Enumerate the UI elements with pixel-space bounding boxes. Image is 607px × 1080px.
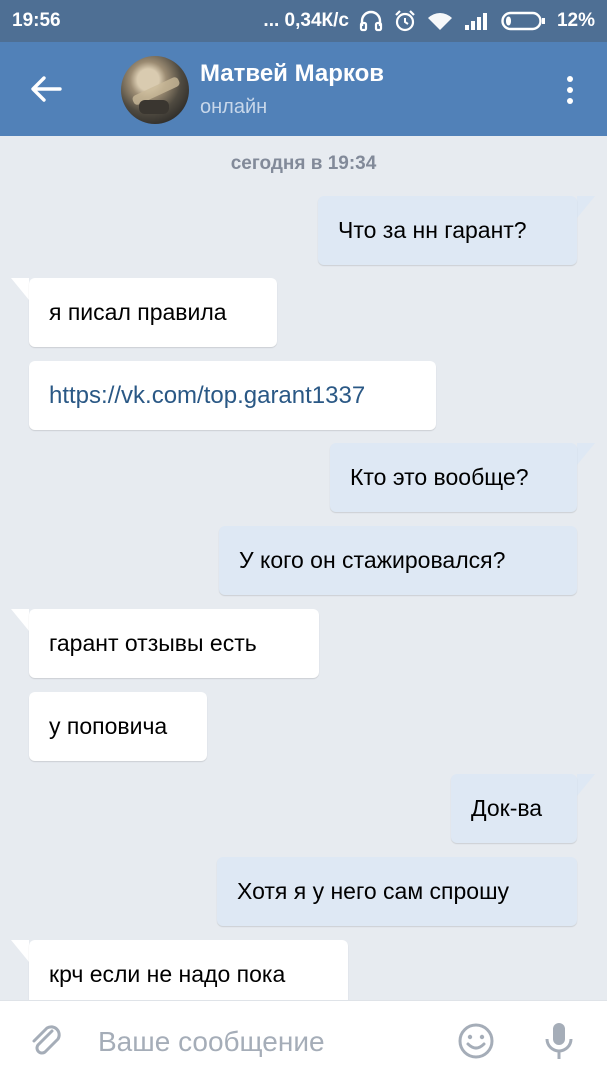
paperclip-icon — [32, 1025, 61, 1055]
date-separator: сегодня в 19:34 — [230, 153, 377, 174]
contact-name[interactable]: Матвей Марков — [200, 60, 384, 88]
alarm-icon — [393, 9, 417, 33]
message-text: Кто это вообще? — [350, 464, 529, 490]
chat-header: Матвей Марков онлайн — [0, 42, 607, 136]
status-icons: ... 0,34К/с 12% — [263, 9, 595, 33]
back-button[interactable] — [22, 66, 70, 112]
message-text: я писал правила — [49, 299, 227, 325]
message-incoming[interactable]: у поповича — [29, 692, 207, 761]
network-speed: ... 0,34К/с — [263, 10, 349, 31]
message-composer — [0, 1000, 607, 1080]
wifi-icon — [427, 11, 453, 31]
message-input[interactable] — [96, 1019, 440, 1065]
arrow-left-icon — [31, 76, 62, 102]
message-text: Док-ва — [471, 795, 543, 821]
message-incoming[interactable]: крч если не надо пока — [29, 940, 348, 1000]
message-incoming[interactable]: https://vk.com/top.garant1337 — [29, 361, 436, 430]
contact-status: онлайн — [200, 96, 268, 118]
message-incoming[interactable]: гарант отзывы есть — [29, 609, 319, 678]
message-incoming[interactable]: я писал правила — [29, 278, 277, 347]
microphone-icon — [545, 1023, 573, 1059]
bubble-tail — [11, 278, 29, 300]
bubble-tail — [577, 443, 595, 465]
message-text: Хотя я у него сам спрошу — [237, 878, 510, 904]
message-text: У кого он стажировался? — [239, 547, 506, 573]
voice-message-button[interactable] — [542, 1019, 576, 1063]
more-vertical-icon — [567, 76, 573, 82]
message-text: гарант отзывы есть — [49, 630, 257, 656]
message-outgoing[interactable]: Кто это вообще? — [330, 443, 577, 512]
message-outgoing[interactable]: Хотя я у него сам спрошу — [217, 857, 577, 926]
attach-button[interactable] — [26, 1021, 66, 1061]
contact-avatar[interactable] — [121, 56, 189, 124]
message-text: Что за нн гарант? — [338, 217, 527, 243]
battery-percent: 12% — [556, 10, 595, 31]
signal-icon — [463, 11, 491, 31]
bubble-tail — [11, 940, 29, 962]
battery-icon — [501, 11, 547, 31]
message-link[interactable]: https://vk.com/top.garant1337 — [49, 382, 365, 410]
message-list[interactable]: сегодня в 19:34 Что за нн гарант? я писа… — [0, 136, 607, 1000]
message-outgoing[interactable]: Док-ва — [451, 774, 577, 843]
bubble-tail — [11, 609, 29, 631]
message-text: крч если не надо пока — [49, 961, 286, 987]
bubble-tail — [577, 774, 595, 796]
status-bar: 19:56 ... 0,34К/с 12% — [0, 0, 607, 42]
message-text: у поповича — [49, 713, 168, 739]
emoji-button[interactable] — [456, 1021, 496, 1061]
more-menu-button[interactable] — [555, 70, 585, 110]
headphones-icon — [359, 10, 383, 32]
status-time: 19:56 — [12, 10, 61, 31]
bubble-tail — [577, 196, 595, 218]
smiley-icon — [458, 1023, 494, 1059]
message-outgoing[interactable]: У кого он стажировался? — [219, 526, 577, 595]
message-outgoing[interactable]: Что за нн гарант? — [318, 196, 577, 265]
